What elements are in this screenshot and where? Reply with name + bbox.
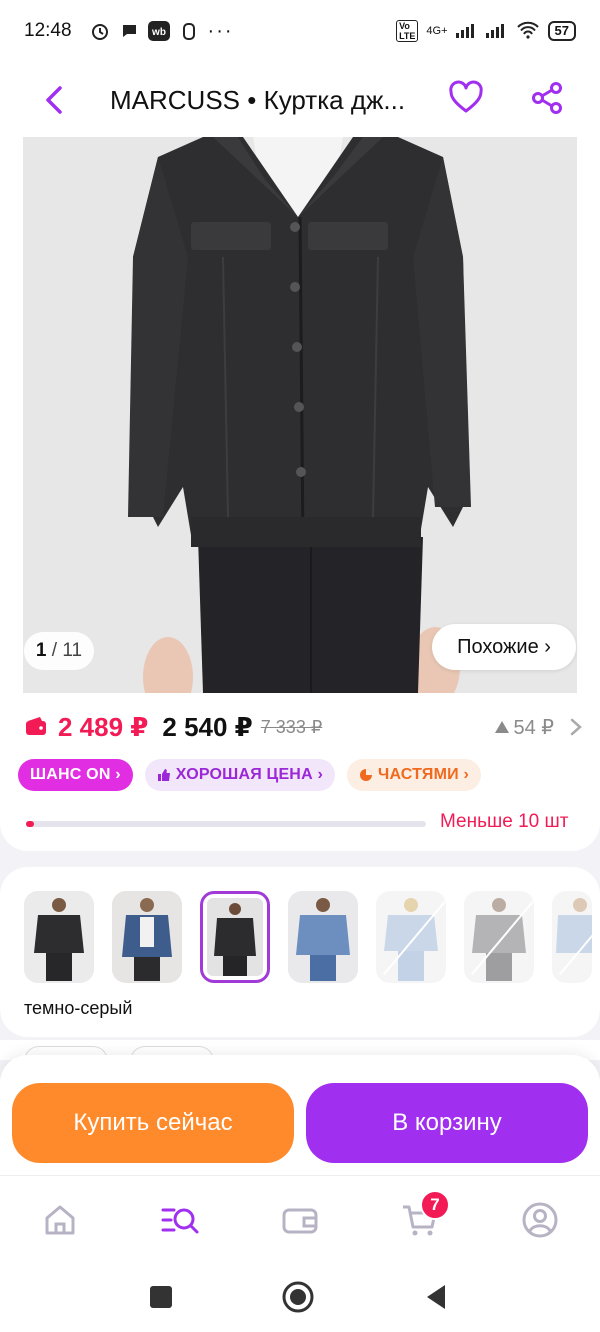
back-icon[interactable]	[40, 80, 72, 120]
share-icon[interactable]	[527, 78, 567, 118]
cart-badge: 7	[420, 1190, 450, 1220]
stock-progress-bar	[26, 821, 426, 827]
installments-chip[interactable]: ЧАСТЯМИ ›	[347, 759, 482, 791]
variant-thumb-unavailable-2[interactable]	[464, 891, 534, 983]
catalog-search-icon[interactable]	[160, 1200, 200, 1240]
variant-thumb-light-blue[interactable]	[288, 891, 358, 983]
favorite-heart-icon[interactable]	[446, 78, 486, 118]
color-variants: темно-серый	[0, 867, 600, 1037]
installments-label: ЧАСТЯМИ ›	[378, 766, 470, 783]
price-card: 2 489 ₽ 2 540 ₽ 7 333 ₽ 54 ₽ ШАНС ON › Х…	[0, 693, 600, 851]
profile-icon[interactable]	[520, 1200, 560, 1240]
wb-app-icon: wb	[147, 21, 170, 41]
home-icon[interactable]	[40, 1200, 80, 1240]
chance-chip[interactable]: ШАНС ON ›	[18, 759, 133, 791]
price-diff-value: 54 ₽	[513, 716, 554, 739]
alarm-icon	[90, 21, 110, 41]
price-up-triangle-icon	[495, 721, 510, 733]
svg-text:wb: wb	[151, 27, 166, 38]
wallet-price: 2 489 ₽	[58, 711, 149, 742]
signal-icon	[455, 22, 478, 41]
old-price: 7 333 ₽	[260, 716, 323, 737]
action-bar: Купить сейчас В корзину	[0, 1055, 600, 1175]
selected-color-label: темно-серый	[24, 998, 133, 1018]
signal-2-icon	[485, 22, 508, 41]
pie-icon	[360, 769, 372, 781]
wifi-icon	[516, 21, 540, 42]
variant-thumbnails	[24, 891, 592, 983]
clock: 12:48	[24, 20, 72, 41]
battery-indicator: 57	[547, 21, 576, 41]
volte-icon: Vo LTE	[396, 20, 419, 42]
chevron-right-icon	[570, 718, 582, 736]
more-notifications-icon: ···	[207, 19, 234, 42]
network-label: 4G+	[426, 25, 448, 37]
variant-thumb-blue[interactable]	[112, 891, 182, 983]
status-bar: 12:48 wb ··· Vo LTE 4G+ 57	[0, 0, 600, 62]
current-price: 2 540 ₽	[162, 711, 253, 742]
good-price-label: ХОРОШАЯ ЦЕНА ›	[175, 766, 323, 783]
variant-thumb-black[interactable]	[24, 891, 94, 983]
hand-icon	[180, 21, 198, 41]
wallet-icon	[24, 715, 48, 739]
add-to-cart-button[interactable]: В корзину	[306, 1083, 588, 1163]
jacket-illustration	[23, 137, 577, 693]
page-title: MARCUSS • Куртка дж...	[110, 85, 406, 115]
photo-counter: 1 / 11	[24, 632, 94, 670]
wallet-tab-icon[interactable]	[280, 1200, 320, 1240]
variant-thumb-unavailable-3[interactable]	[552, 891, 592, 983]
promo-chips: ШАНС ON › ХОРОШАЯ ЦЕНА › ЧАСТЯМИ ›	[18, 759, 482, 791]
similar-button[interactable]: Похожие ›	[432, 624, 576, 670]
back-nav-icon[interactable]	[418, 1279, 454, 1315]
price-row: 2 489 ₽ 2 540 ₽ 7 333 ₽ 54 ₽	[24, 707, 584, 747]
price-history-link[interactable]: 54 ₽	[495, 715, 584, 740]
home-button-icon[interactable]	[280, 1279, 316, 1315]
product-page: 12:48 wb ··· Vo LTE 4G+ 57 MARCUSS • Кур…	[0, 0, 600, 1332]
recent-apps-icon[interactable]	[143, 1279, 179, 1315]
product-photo[interactable]	[23, 137, 577, 693]
variant-thumb-dark-grey-selected[interactable]	[200, 891, 270, 983]
bottom-tab-bar	[0, 1175, 600, 1265]
good-price-chip[interactable]: ХОРОШАЯ ЦЕНА ›	[144, 759, 335, 791]
chat-icon	[120, 22, 138, 40]
stock-progress-fill	[26, 821, 34, 827]
variant-thumb-unavailable-1[interactable]	[376, 891, 446, 983]
system-nav-bar	[0, 1265, 600, 1332]
buy-now-button[interactable]: Купить сейчас	[12, 1083, 294, 1163]
stock-text: Меньше 10 шт	[440, 811, 569, 832]
photo-counter-total: / 11	[51, 640, 83, 661]
product-header: MARCUSS • Куртка дж...	[0, 62, 600, 137]
photo-counter-current: 1	[35, 640, 47, 661]
thumbs-up-icon	[157, 769, 170, 781]
